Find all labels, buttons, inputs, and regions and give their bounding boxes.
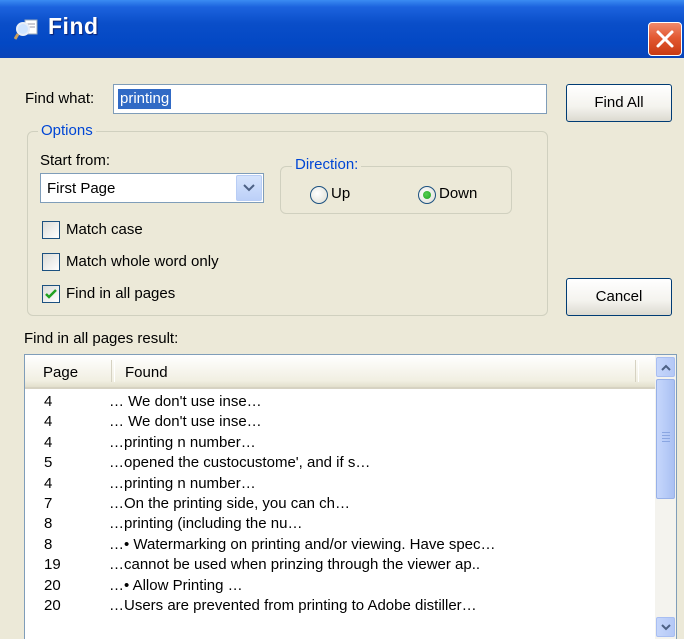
table-row[interactable]: 4 …printing n number… xyxy=(25,474,655,494)
find-what-label: Find what: xyxy=(25,90,95,107)
dropdown-button[interactable] xyxy=(236,175,262,201)
column-divider[interactable] xyxy=(635,360,639,382)
results-label: Find in all pages result: xyxy=(24,330,179,347)
cell-found: …printing n number… xyxy=(109,433,256,451)
grip-line xyxy=(662,438,670,439)
match-whole-word-checkbox[interactable] xyxy=(42,253,60,271)
direction-up-radio[interactable] xyxy=(310,186,328,204)
cell-page: 7 xyxy=(44,494,53,512)
find-what-input[interactable]: printing xyxy=(113,84,547,114)
table-row[interactable]: 4 … We don't use inse… xyxy=(25,392,655,412)
start-from-select[interactable]: First Page xyxy=(40,173,264,203)
results-header: Page Found xyxy=(25,355,655,389)
table-row[interactable]: 8 …printing (including the nu… xyxy=(25,514,655,534)
find-in-all-pages-checkbox[interactable] xyxy=(42,285,60,303)
cell-page: 4 xyxy=(44,393,53,410)
chevron-up-icon xyxy=(661,364,671,371)
checkmark-icon xyxy=(45,289,57,299)
table-row[interactable]: 7 …On the printing side, you can ch… xyxy=(25,494,655,514)
results-list[interactable]: Page Found 4 … We don't use inse… 4 … We d… xyxy=(24,354,677,639)
table-row[interactable]: 5 …opened the custocustome', and if s… xyxy=(25,453,655,473)
radio-selected-dot xyxy=(423,191,431,199)
chevron-down-icon xyxy=(243,184,255,192)
match-case-checkbox[interactable] xyxy=(42,221,60,239)
table-row[interactable]: 19 …cannot be used when prinzing through … xyxy=(25,555,655,575)
direction-up-label[interactable]: Up xyxy=(331,185,350,202)
direction-title: Direction: xyxy=(292,156,362,173)
match-whole-word-label[interactable]: Match whole word only xyxy=(66,253,219,270)
cell-found: …cannot be used when prinzing through th… xyxy=(109,556,481,574)
options-title: Options xyxy=(38,122,96,139)
table-row[interactable]: 4 …printing n number… xyxy=(25,433,655,453)
find-icon xyxy=(13,18,40,42)
column-header-found[interactable]: Found xyxy=(125,364,168,381)
cell-found: …• Allow Printing … xyxy=(109,576,243,594)
cancel-button[interactable]: Cancel xyxy=(566,278,672,316)
grip-line xyxy=(662,435,670,436)
grip-line xyxy=(662,432,670,433)
table-row[interactable]: 20 …Users are prevented from printing to … xyxy=(25,596,655,616)
grip-line xyxy=(662,441,670,442)
cell-page: 8 xyxy=(44,515,53,533)
scrollbar-thumb[interactable] xyxy=(656,379,675,499)
start-from-label: Start from: xyxy=(40,152,111,169)
find-dialog: Find Find what: printing Find All Option… xyxy=(0,0,684,639)
cell-found: …Users are prevented from printing to Ad… xyxy=(109,596,477,614)
scroll-up-button[interactable] xyxy=(656,357,675,377)
cell-page: 4 xyxy=(44,433,53,451)
cell-page: 19 xyxy=(44,556,61,574)
column-header-page[interactable]: Page xyxy=(43,364,78,381)
column-divider[interactable] xyxy=(111,360,115,382)
cell-found: …printing (including the nu… xyxy=(109,515,303,533)
vertical-scrollbar[interactable] xyxy=(655,355,676,639)
cell-found: … We don't use inse… xyxy=(109,413,262,431)
cell-found: …opened the custocustome', and if s… xyxy=(109,454,371,472)
cell-page: 20 xyxy=(44,596,61,614)
close-button[interactable] xyxy=(648,22,682,56)
cell-found: …On the printing side, you can ch… xyxy=(109,494,350,512)
cell-found: … We don't use inse… xyxy=(109,393,262,410)
direction-down-radio[interactable] xyxy=(418,186,436,204)
cell-page: 4 xyxy=(44,413,53,431)
match-case-label[interactable]: Match case xyxy=(66,221,143,238)
table-row[interactable]: 4 … We don't use inse… xyxy=(25,412,655,432)
chevron-down-icon xyxy=(661,624,671,631)
window-title: Find xyxy=(48,13,99,39)
find-in-all-pages-label[interactable]: Find in all pages xyxy=(66,285,175,302)
cell-page: 20 xyxy=(44,576,61,594)
table-row[interactable]: 8 …• Watermarking on printing and/or view… xyxy=(25,535,655,555)
scroll-down-button[interactable] xyxy=(656,617,675,637)
cell-page: 8 xyxy=(44,535,53,553)
cell-page: 4 xyxy=(44,474,53,492)
close-icon xyxy=(656,30,674,48)
title-bar[interactable]: Find xyxy=(0,0,684,58)
cell-page: 5 xyxy=(44,454,53,472)
direction-down-label[interactable]: Down xyxy=(439,185,477,202)
find-all-button[interactable]: Find All xyxy=(566,84,672,122)
table-row[interactable]: 20 …• Allow Printing … xyxy=(25,576,655,596)
results-rows: 4 … We don't use inse… 4 … We don't use in… xyxy=(25,392,655,616)
cell-found: …printing n number… xyxy=(109,474,256,492)
start-from-value: First Page xyxy=(47,180,116,197)
cell-found: …• Watermarking on printing and/or viewi… xyxy=(109,535,496,553)
find-what-value: printing xyxy=(118,89,172,109)
